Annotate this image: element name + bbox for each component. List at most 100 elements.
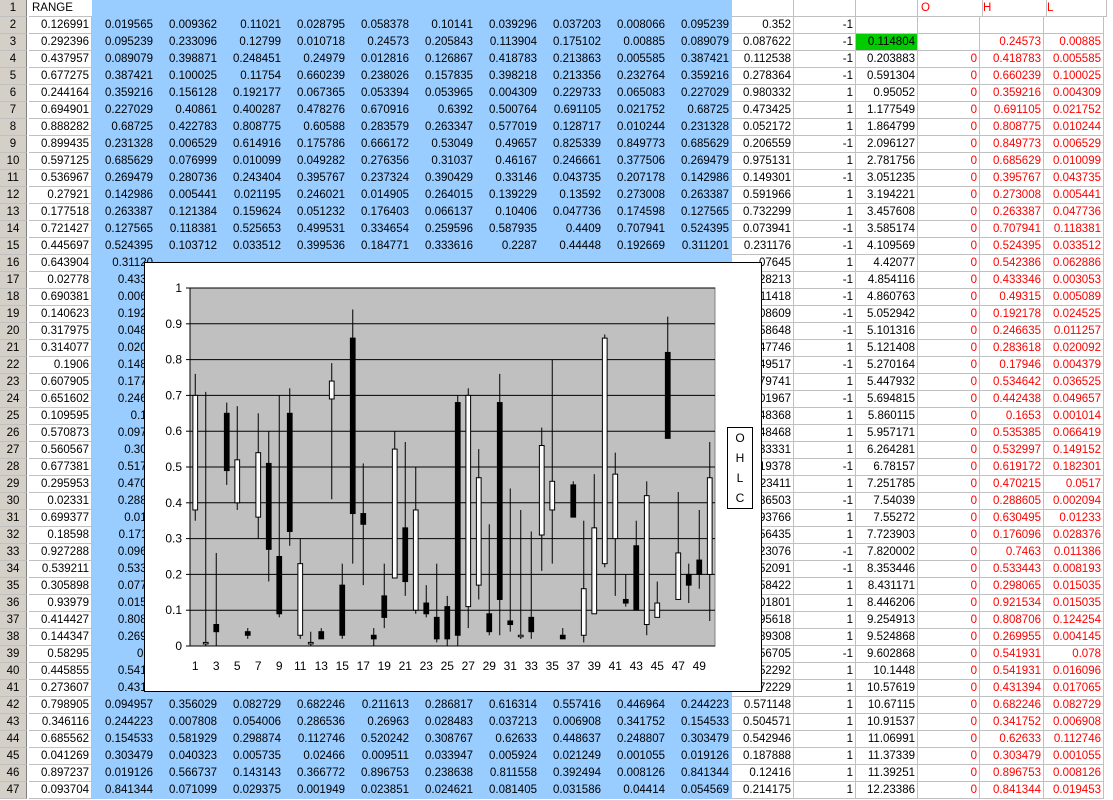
cell-blue[interactable]: 0.028795 — [284, 17, 348, 34]
cell-blue[interactable]: 0.390429 — [412, 170, 476, 187]
cell[interactable]: 0 — [918, 527, 980, 544]
cell[interactable]: 0.295953 — [29, 476, 92, 493]
cell[interactable]: 0.024525 — [1044, 306, 1104, 323]
row-header[interactable]: 32 — [0, 527, 27, 544]
cell[interactable]: 1.864799 — [856, 119, 918, 136]
cell-blue[interactable]: 0.113904 — [476, 34, 540, 51]
cell[interactable] — [856, 0, 918, 17]
cell-blue[interactable]: 0.685629 — [668, 136, 732, 153]
cell[interactable]: 0 — [918, 459, 980, 476]
cell-blue[interactable]: 0.308767 — [412, 731, 476, 748]
cell[interactable]: 1 — [794, 578, 856, 595]
cell[interactable]: 0.533443 — [980, 561, 1044, 578]
cell-blue[interactable]: 0.103712 — [156, 238, 220, 255]
cell[interactable]: 0.395767 — [980, 170, 1044, 187]
row-header[interactable]: 19 — [0, 306, 27, 323]
cell[interactable]: 0.707941 — [980, 221, 1044, 238]
cell[interactable]: 0.073941 — [732, 221, 794, 238]
cell[interactable]: 0.524395 — [980, 238, 1044, 255]
row-header[interactable]: 43 — [0, 714, 27, 731]
cell[interactable]: 6.78157 — [856, 459, 918, 476]
cell-blue[interactable]: 0.276356 — [348, 153, 412, 170]
cell[interactable]: 0.1906 — [29, 357, 92, 374]
cell-blue[interactable]: 0.176403 — [348, 204, 412, 221]
cell[interactable]: 0.849773 — [980, 136, 1044, 153]
cell-blue[interactable]: 0.392494 — [540, 765, 604, 782]
cell[interactable]: 0.643904 — [29, 255, 92, 272]
cell-blue[interactable]: 0.005735 — [220, 748, 284, 765]
cell-blue[interactable]: 0.581929 — [156, 731, 220, 748]
cell-blue[interactable]: 0.263347 — [412, 119, 476, 136]
cell-o-label[interactable]: O — [918, 0, 983, 17]
row-header[interactable]: 14 — [0, 221, 27, 238]
cell-blue[interactable]: 0.398218 — [476, 68, 540, 85]
cell-blue[interactable]: 0.359216 — [92, 85, 156, 102]
cell-blue[interactable]: 0.028483 — [412, 714, 476, 731]
cell[interactable]: 0.445697 — [29, 238, 92, 255]
cell[interactable]: 0.0517 — [1044, 476, 1104, 493]
row-header[interactable]: 15 — [0, 238, 27, 255]
cell[interactable]: 0.341752 — [980, 714, 1044, 731]
row-header[interactable]: 44 — [0, 731, 27, 748]
cell[interactable]: 0.214175 — [732, 782, 794, 799]
cell[interactable]: 0.005585 — [1044, 51, 1104, 68]
cell-blue[interactable]: 0.244223 — [92, 714, 156, 731]
cell[interactable]: 0 — [918, 629, 980, 646]
cell[interactable]: 0 — [918, 663, 980, 680]
row-header[interactable]: 11 — [0, 170, 27, 187]
cell-blue[interactable]: 0.244223 — [668, 697, 732, 714]
cell-blue[interactable]: 0.334654 — [348, 221, 412, 238]
cell-blue[interactable]: 0.398871 — [156, 51, 220, 68]
cell[interactable]: 0.124254 — [1044, 612, 1104, 629]
cell-blue[interactable] — [348, 0, 412, 17]
cell[interactable]: 0 — [918, 408, 980, 425]
cell[interactable]: 0.078 — [1044, 646, 1104, 663]
cell-blue[interactable]: 0.053965 — [412, 85, 476, 102]
cell-blue[interactable]: 0.248451 — [220, 51, 284, 68]
cell-blue[interactable]: 0.127565 — [92, 221, 156, 238]
row-header[interactable]: 3 — [0, 34, 27, 51]
cell[interactable]: -1 — [794, 51, 856, 68]
row-header[interactable]: 34 — [0, 561, 27, 578]
cell-blue[interactable]: 0.237324 — [348, 170, 412, 187]
cell[interactable]: 0 — [918, 357, 980, 374]
cell-blue[interactable]: 0.377506 — [604, 153, 668, 170]
cell-blue[interactable]: 0.067365 — [284, 85, 348, 102]
cell[interactable]: 0.182301 — [1044, 459, 1104, 476]
row-header[interactable]: 26 — [0, 425, 27, 442]
cell[interactable]: 0.176096 — [980, 527, 1044, 544]
cell-blue[interactable]: 0.008126 — [604, 765, 668, 782]
cell[interactable]: 0 — [918, 765, 980, 782]
cell[interactable]: 1 — [794, 204, 856, 221]
cell[interactable]: -1 — [794, 136, 856, 153]
cell[interactable]: 0.690381 — [29, 289, 92, 306]
cell-blue[interactable]: 0.26963 — [348, 714, 412, 731]
cell[interactable]: 1 — [794, 425, 856, 442]
cell[interactable]: -1 — [794, 68, 856, 85]
cell-blue[interactable]: 0.100025 — [156, 68, 220, 85]
cell-blue[interactable]: 0.238638 — [412, 765, 476, 782]
cell[interactable]: 0 — [918, 153, 980, 170]
cell-blue[interactable]: 0.13592 — [540, 187, 604, 204]
cell-blue[interactable]: 0.238026 — [348, 68, 412, 85]
cell-range-label[interactable]: RANGE — [29, 0, 95, 17]
cell[interactable]: 0.685562 — [29, 731, 92, 748]
cell[interactable]: 0 — [918, 425, 980, 442]
cell[interactable]: -1 — [794, 272, 856, 289]
cell[interactable]: 0.004309 — [1044, 85, 1104, 102]
cell[interactable]: 0.542946 — [732, 731, 794, 748]
cell[interactable]: 0.359216 — [980, 85, 1044, 102]
cell-blue[interactable]: 0.033512 — [220, 238, 284, 255]
cell-blue[interactable]: 0.139229 — [476, 187, 540, 204]
cell[interactable]: 0 — [918, 119, 980, 136]
cell[interactable]: 0 — [918, 255, 980, 272]
cell-blue[interactable]: 0.40861 — [156, 102, 220, 119]
cell-blue[interactable]: 0.311201 — [668, 238, 732, 255]
cell-blue[interactable]: 0.280736 — [156, 170, 220, 187]
cell-blue[interactable]: 0.021249 — [540, 748, 604, 765]
cell[interactable]: 0 — [918, 595, 980, 612]
cell-blue[interactable]: 0.071099 — [156, 782, 220, 799]
cell-blue[interactable]: 0.333616 — [412, 238, 476, 255]
row-header[interactable]: 30 — [0, 493, 27, 510]
cell-blue[interactable]: 0.10141 — [412, 17, 476, 34]
